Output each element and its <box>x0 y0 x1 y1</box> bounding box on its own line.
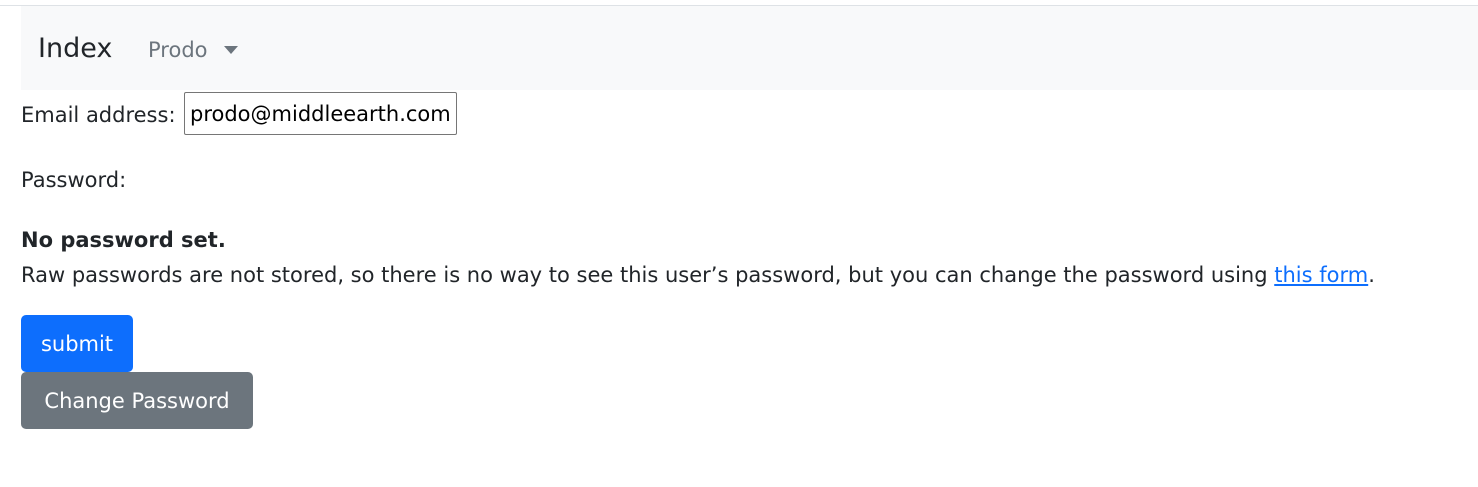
caret-down-icon <box>223 46 238 54</box>
help-text-before: Raw passwords are not stored, so there i… <box>21 263 1275 287</box>
user-dropdown-label: Prodo <box>148 38 208 62</box>
navbar: Index Prodo <box>21 6 1478 90</box>
password-help-text: Raw passwords are not stored, so there i… <box>21 261 1375 289</box>
email-label: Email address: <box>21 103 176 127</box>
change-password-button[interactable]: Change Password <box>21 372 253 429</box>
help-text-after: . <box>1368 263 1375 287</box>
password-label: Password: <box>21 168 127 192</box>
submit-button[interactable]: submit <box>21 315 133 372</box>
no-password-notice: No password set. <box>21 228 226 252</box>
email-input[interactable] <box>184 92 457 135</box>
change-password-form-link[interactable]: this form <box>1274 263 1368 287</box>
user-dropdown-toggle[interactable]: Prodo <box>148 37 238 63</box>
navbar-brand-link[interactable]: Index <box>38 33 112 65</box>
